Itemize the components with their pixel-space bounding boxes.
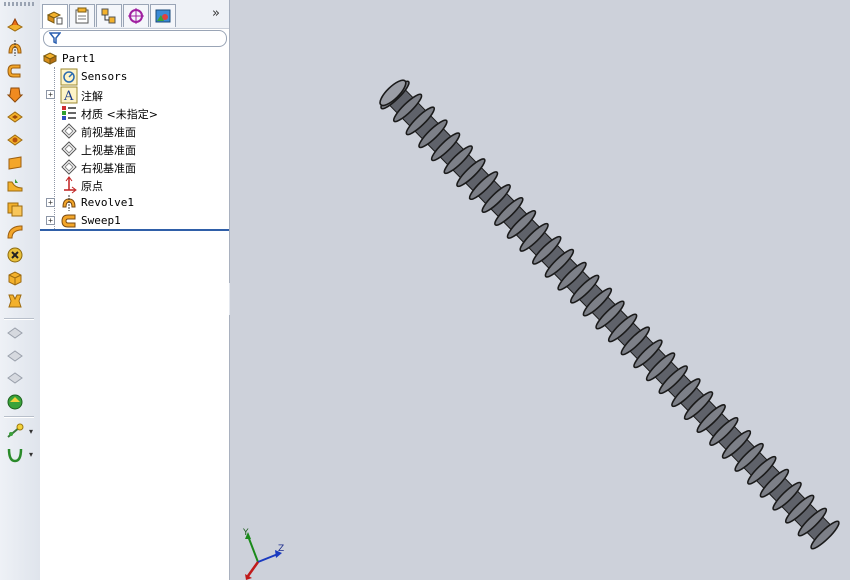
tree-item-label: 注解 <box>81 90 103 103</box>
wrap-icon[interactable] <box>5 368 25 386</box>
tree-item-label: 材质 <未指定> <box>81 108 158 121</box>
boundary-icon[interactable] <box>5 269 25 287</box>
configurationmanager-tab[interactable] <box>96 4 122 27</box>
curves-dropdown-icon[interactable]: ▾ <box>29 450 33 459</box>
draft-icon[interactable] <box>5 324 25 342</box>
more-tabs-button[interactable]: » <box>212 6 220 21</box>
graphics-viewport[interactable] <box>230 0 850 580</box>
tree-item-label: Sweep1 <box>81 214 121 227</box>
rollback-bar[interactable] <box>40 229 229 231</box>
threaded-rod-model[interactable] <box>230 0 850 580</box>
x-axis-line <box>246 561 260 577</box>
plane-icon <box>61 123 77 139</box>
material-icon <box>62 106 76 120</box>
propertymanager-tab[interactable] <box>69 4 95 27</box>
expand-toggle[interactable]: + <box>46 90 55 99</box>
reference-geometry-dropdown-icon[interactable]: ▾ <box>29 427 33 436</box>
tree-item-sensors[interactable]: Sensors <box>40 68 229 86</box>
featuremanager-panel: » Part1 Sensors + A 注解 材质 <未指定> 前视基准面 上视… <box>40 0 230 580</box>
tree-item-label: Sensors <box>81 70 128 83</box>
origin-icon <box>64 176 77 194</box>
feature-filter-input[interactable] <box>43 30 227 47</box>
toolbar-separator <box>4 416 34 418</box>
expand-toggle[interactable]: + <box>46 216 55 225</box>
sweep-icon <box>61 214 76 228</box>
thread-coils <box>379 79 840 550</box>
svg-text:A: A <box>63 89 74 104</box>
tree-item-top-plane[interactable]: 上视基准面 <box>40 140 229 158</box>
tree-item-label: 上视基准面 <box>81 144 136 157</box>
filter-icon <box>49 32 61 44</box>
tree-item-origin[interactable]: 原点 <box>40 176 229 194</box>
tree-item-sweep1[interactable]: + Sweep1 <box>40 212 229 230</box>
tree-item-right-plane[interactable]: 右视基准面 <box>40 158 229 176</box>
reference-triad: Y Z <box>242 528 284 580</box>
expand-toggle[interactable]: + <box>46 198 55 207</box>
features-toolbar: ▾ ▾ <box>0 0 41 580</box>
extruded-cut-icon[interactable] <box>5 108 25 126</box>
hole-wizard-icon[interactable] <box>5 246 25 264</box>
rib-icon[interactable] <box>5 292 25 310</box>
dimxpert-tab[interactable] <box>123 4 149 27</box>
tree-item-label: Part1 <box>62 52 96 65</box>
revolved-boss-icon[interactable] <box>5 39 25 57</box>
reference-geometry-icon[interactable] <box>5 423 25 441</box>
y-axis-label: Y <box>242 528 249 538</box>
plane-icon <box>61 141 77 157</box>
tree-item-annotations[interactable]: + A 注解 <box>40 86 229 104</box>
tree-item-label: 右视基准面 <box>81 162 136 175</box>
curves-icon[interactable] <box>5 446 25 464</box>
tree-item-front-plane[interactable]: 前视基准面 <box>40 122 229 140</box>
part-icon <box>42 52 58 65</box>
revolve-icon <box>62 195 76 211</box>
swept-boss-icon[interactable] <box>5 62 25 80</box>
dimxpert-icon <box>128 8 144 24</box>
featuremanager-tab[interactable] <box>42 4 68 28</box>
property-manager-icon <box>75 7 89 24</box>
y-axis-line <box>247 535 259 563</box>
extruded-boss-icon[interactable] <box>5 16 25 34</box>
tree-item-label: 前视基准面 <box>81 126 136 139</box>
plane-face-icon[interactable] <box>5 154 25 172</box>
fillet-icon[interactable] <box>5 177 25 195</box>
sensors-icon <box>60 68 78 86</box>
sweep-cut-icon[interactable] <box>5 223 25 241</box>
feature-tree-icon <box>46 10 63 24</box>
configuration-manager-icon <box>101 8 116 24</box>
revolved-cut-icon[interactable] <box>5 131 25 149</box>
manager-tabs: » <box>40 0 229 29</box>
display-manager-tab[interactable] <box>150 4 176 27</box>
tree-item-revolve1[interactable]: + Revolve1 <box>40 194 229 212</box>
intersect-icon[interactable] <box>5 392 25 410</box>
lofted-boss-icon[interactable] <box>5 85 25 103</box>
tree-item-label: 原点 <box>81 180 103 193</box>
toolbar-grip[interactable] <box>4 2 36 6</box>
display-manager-icon <box>155 9 171 23</box>
dome-icon[interactable] <box>5 346 25 364</box>
toolbar-separator <box>4 318 34 320</box>
annotations-icon: A <box>60 86 78 104</box>
z-axis-line <box>257 553 279 563</box>
tree-item-label: Revolve1 <box>81 196 134 209</box>
shell-icon[interactable] <box>5 200 25 218</box>
z-axis-label: Z <box>278 544 284 554</box>
tree-item-material[interactable]: 材质 <未指定> <box>40 104 229 122</box>
tree-item-part[interactable]: Part1 <box>40 50 229 68</box>
plane-icon <box>61 159 77 175</box>
